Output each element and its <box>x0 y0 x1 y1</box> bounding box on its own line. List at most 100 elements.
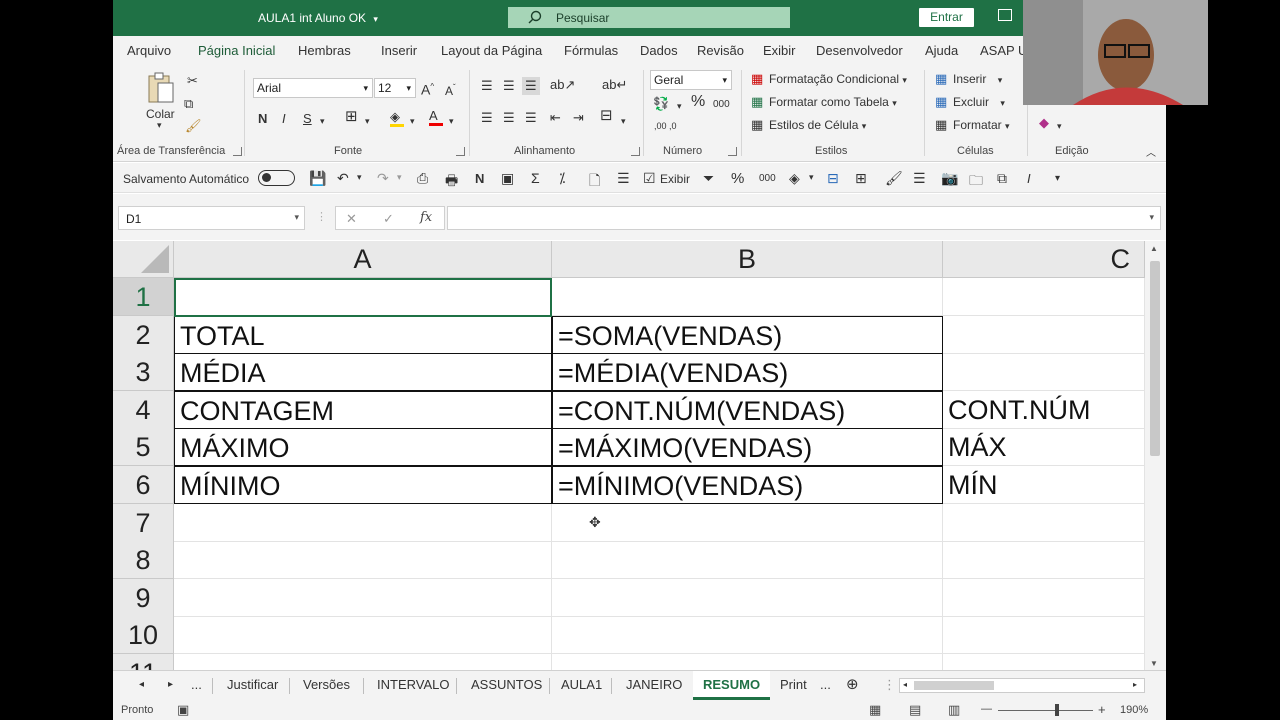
cell-b6[interactable]: =MÍNIMO(VENDAS) <box>552 466 943 504</box>
center-icon[interactable]: ⊟ <box>827 170 839 187</box>
cell-a7[interactable] <box>174 503 552 542</box>
cell-b1[interactable] <box>552 278 943 316</box>
borders-icon[interactable]: ⊞ <box>345 109 358 124</box>
number-format-select[interactable]: Geral ▾ <box>650 70 732 90</box>
sheet-tab-aula1[interactable]: AULA1 <box>561 677 602 692</box>
prev-sheet-icon[interactable]: ◂ <box>139 679 144 690</box>
ribbon-display-options-icon[interactable] <box>998 9 1012 21</box>
row-header-1[interactable]: 1 <box>113 278 174 316</box>
tab-dados[interactable]: Dados <box>640 43 678 58</box>
cell-c5[interactable]: MÁX <box>943 428 1145 467</box>
cell-c2[interactable] <box>943 315 1145 354</box>
page-layout-view-icon[interactable]: ▤ <box>909 702 921 718</box>
open-folder-icon[interactable]: 🗀 <box>969 170 983 194</box>
row-header-9[interactable]: 9 <box>113 578 174 617</box>
cell-c9[interactable] <box>943 578 1145 617</box>
cell-b8[interactable] <box>552 541 943 580</box>
decrease-indent-icon[interactable]: ⇤ <box>550 111 561 125</box>
clipboard-launcher-icon[interactable] <box>233 147 242 156</box>
undo-icon[interactable]: ↶ <box>337 170 349 187</box>
number-launcher-icon[interactable] <box>728 147 737 156</box>
next-sheet-icon[interactable]: ▸ <box>168 679 173 690</box>
cell-b5[interactable]: =MÁXIMO(VENDAS) <box>552 428 943 467</box>
increase-indent-icon[interactable]: ⇥ <box>573 111 584 125</box>
column-header-c[interactable]: C <box>943 241 1145 278</box>
cell-b11[interactable] <box>552 654 943 670</box>
zoom-in-button[interactable]: + <box>1098 702 1106 717</box>
cell-a9[interactable] <box>174 578 552 617</box>
chevron-down-icon[interactable]: ▾ <box>1057 119 1062 133</box>
font-launcher-icon[interactable] <box>456 147 465 156</box>
font-color-icon[interactable]: A <box>429 109 443 126</box>
cell-b9[interactable] <box>552 578 943 617</box>
cell-a5[interactable]: MÁXIMO <box>174 428 552 467</box>
camera-icon[interactable]: 📷 <box>941 170 958 187</box>
cell-a3[interactable]: MÉDIA <box>174 353 552 392</box>
collapse-ribbon-icon[interactable]: ︿ <box>1146 147 1156 161</box>
add-sheet-icon[interactable]: ⊕ <box>846 675 859 693</box>
conditional-format-button[interactable]: Formatação Condicional ▾ <box>769 72 907 86</box>
delete-cells-button[interactable]: Excluir ▾ <box>953 95 1005 109</box>
orientation-icon[interactable]: ab↗ <box>550 78 575 92</box>
brush-icon[interactable]: 🖌 <box>885 170 903 187</box>
thousands-quick-button[interactable]: 000 <box>759 173 776 184</box>
tab-arquivo[interactable]: Arquivo <box>127 43 171 58</box>
wrap-text-icon[interactable]: ab↵ <box>602 78 627 92</box>
row-header-3[interactable]: 3 <box>113 353 174 392</box>
sheet-tab-resumo[interactable]: RESUMO <box>693 671 771 700</box>
cell-c10[interactable] <box>943 616 1145 655</box>
vertical-scroll-thumb[interactable] <box>1150 261 1160 456</box>
clear-eraser-icon[interactable]: ◆ <box>1039 116 1049 130</box>
normal-view-icon[interactable]: ▦ <box>869 702 881 718</box>
grow-font-icon[interactable]: A^ <box>421 80 434 97</box>
vertical-scrollbar[interactable]: ▲ ▼ <box>1145 241 1166 670</box>
chevron-down-icon[interactable]: ▾ <box>677 99 682 113</box>
borders-quick-icon[interactable]: ⊞ <box>855 170 867 187</box>
merge-center-icon[interactable]: ⊟ <box>600 108 613 123</box>
chevron-down-icon[interactable]: ▾ <box>365 114 370 128</box>
enter-formula-button[interactable]: ✓ <box>383 211 394 227</box>
fill-color-icon[interactable]: ◈ <box>390 110 404 127</box>
percent-style-button[interactable]: % <box>691 94 705 110</box>
format-cells-icon[interactable]: ▦ <box>935 118 947 132</box>
align-top-icon[interactable]: ☰ <box>481 79 493 93</box>
sheet-tab-versoes[interactable]: Versões <box>303 677 350 692</box>
row-header-2[interactable]: 2 <box>113 315 174 354</box>
cell-c6[interactable]: MÍN <box>943 466 1145 504</box>
redo-icon[interactable]: ↷ <box>377 170 389 187</box>
cancel-formula-button[interactable]: ✕ <box>346 211 357 227</box>
paste-button[interactable] <box>146 72 176 106</box>
chevron-down-icon[interactable]: ▾ <box>809 172 814 183</box>
copy-quick-icon[interactable]: ⧉ <box>997 170 1007 187</box>
cell-a11[interactable] <box>174 654 552 670</box>
select-all-button[interactable] <box>113 241 174 278</box>
filter-icon[interactable]: ⏷ <box>703 170 714 187</box>
cell-b10[interactable] <box>552 616 943 655</box>
row-header-8[interactable]: 8 <box>113 541 174 580</box>
format-cells-button[interactable]: Formatar ▾ <box>953 118 1010 132</box>
horizontal-scroll-thumb[interactable] <box>914 681 994 690</box>
cell-styles-button[interactable]: Estilos de Célula ▾ <box>769 118 866 132</box>
row-header-6[interactable]: 6 <box>113 466 174 504</box>
drag-handle-icon[interactable]: ⋮ <box>316 210 327 223</box>
customize-qat-icon[interactable]: ▾ <box>1055 173 1060 184</box>
sheet-tab-intervalo[interactable]: INTERVALO <box>377 677 449 692</box>
zoom-slider[interactable] <box>998 710 1093 711</box>
italic-quick-button[interactable]: I <box>1027 171 1031 186</box>
sheet-tab-janeiro[interactable]: JANEIRO <box>626 677 682 692</box>
style-icon[interactable]: ▣ <box>501 170 514 187</box>
tab-asap[interactable]: ASAP U <box>980 43 1027 58</box>
cell-a4[interactable]: CONTAGEM <box>174 390 552 429</box>
chevron-down-icon[interactable]: ▾ <box>397 172 402 183</box>
print-preview-icon[interactable]: ⎙ <box>417 170 428 187</box>
cell-b3[interactable]: =MÉDIA(VENDAS) <box>552 353 943 392</box>
scroll-right-icon[interactable]: ▸ <box>1133 680 1137 689</box>
align-center-icon[interactable]: ☰ <box>503 111 515 125</box>
checkbox-icon[interactable]: ☑ <box>643 170 656 187</box>
decimal-buttons[interactable]: ,00 ,0 <box>654 119 694 133</box>
percent-quick-button[interactable]: % <box>731 170 744 187</box>
align-bottom-icon[interactable]: ☰ <box>522 77 540 95</box>
print-icon[interactable]: 🖶 <box>445 170 458 194</box>
save-icon[interactable]: 💾 <box>309 170 326 187</box>
row-header-11[interactable]: 11 <box>113 654 174 670</box>
